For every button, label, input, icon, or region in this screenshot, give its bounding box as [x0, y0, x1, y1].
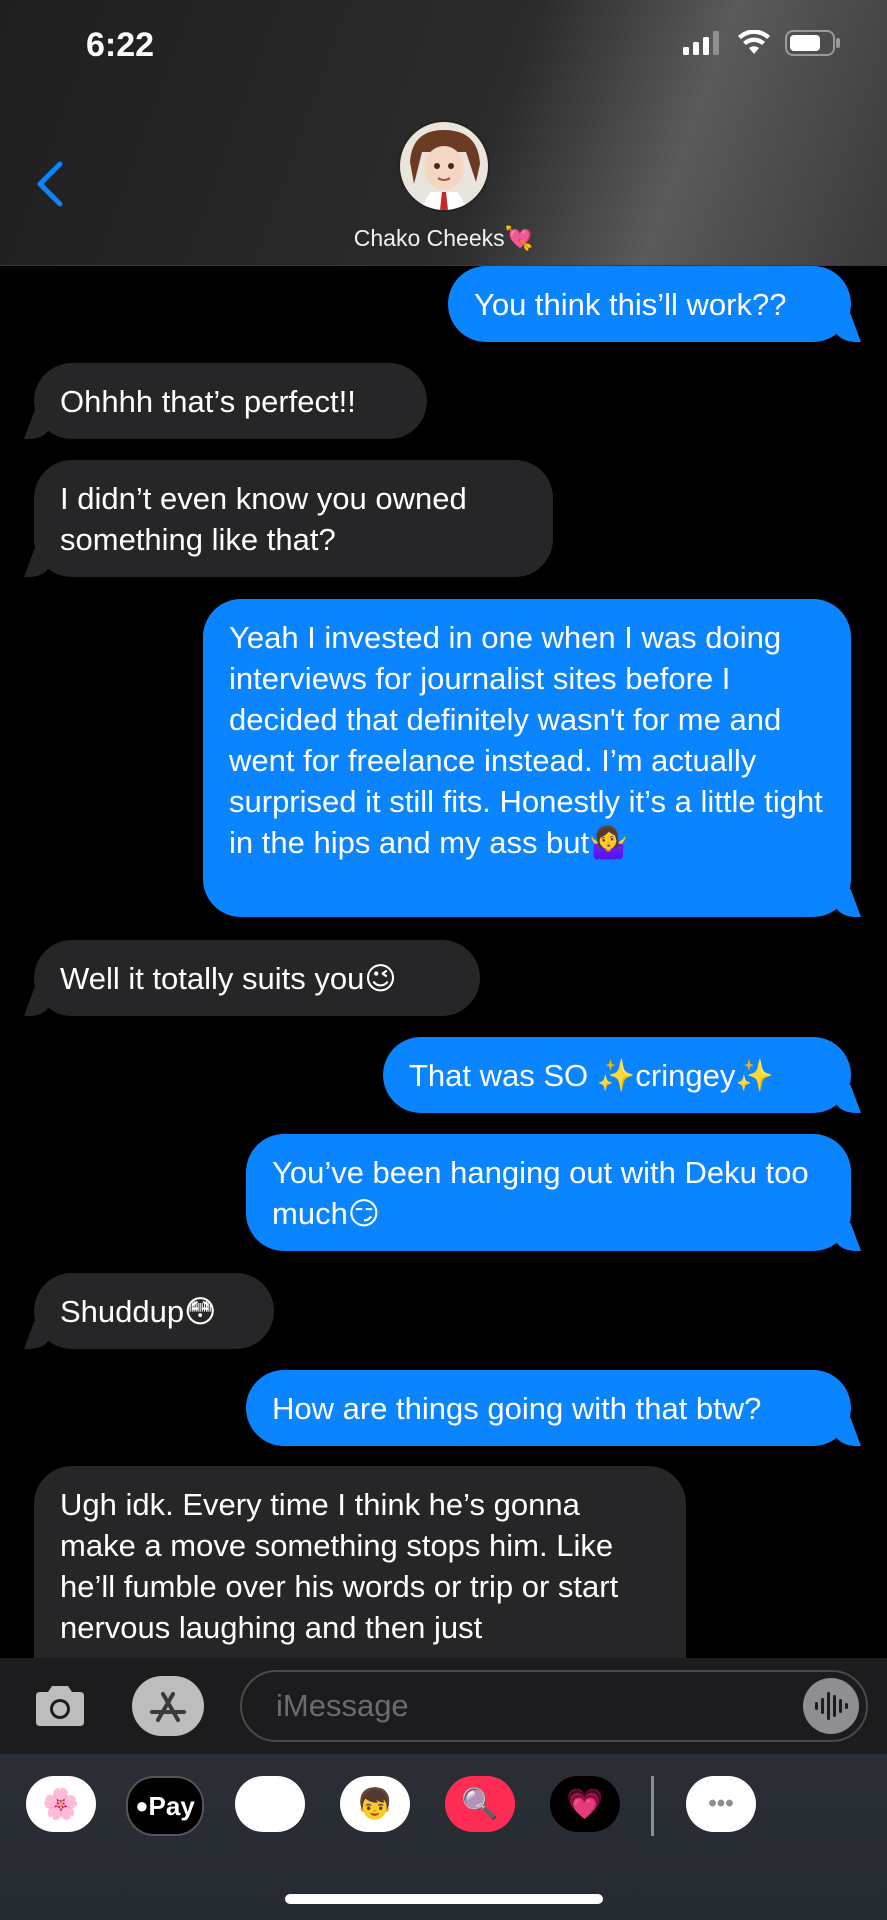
message-bubble-outgoing[interactable]: You’ve been hanging out with Deku too mu… — [246, 1134, 851, 1251]
conversation-header: 6:22 Chako Cheeks💘 — [0, 0, 887, 266]
apple-logo-icon: ● — [135, 1793, 149, 1818]
message-bubble-outgoing[interactable]: You think this’ll work?? — [448, 266, 851, 342]
message-input[interactable]: iMessage — [240, 1670, 868, 1742]
cellular-signal-icon — [683, 31, 719, 55]
wifi-icon — [738, 30, 770, 54]
status-time: 6:22 — [86, 26, 155, 64]
apple-pay-app-icon[interactable]: ● Pay — [126, 1776, 204, 1836]
audio-waveform-icon[interactable] — [803, 1678, 859, 1734]
message-bubble-incoming[interactable]: I didn’t even know you owned something l… — [34, 460, 553, 577]
status-icons — [683, 30, 841, 56]
contact-avatar[interactable] — [398, 120, 490, 212]
battery-icon — [785, 30, 840, 56]
message-bubble-outgoing[interactable]: That was SO ✨cringey✨ — [383, 1037, 851, 1113]
home-indicator[interactable] — [285, 1894, 603, 1904]
message-bubble-outgoing[interactable]: Yeah I invested in one when I was doing … — [203, 599, 851, 917]
message-bubble-outgoing[interactable]: How are things going with that btw? — [246, 1370, 851, 1446]
digital-touch-app-icon[interactable]: 💗 — [550, 1776, 620, 1832]
image-search-app-icon[interactable]: 🔍 — [445, 1776, 515, 1832]
drawer-divider — [651, 1776, 654, 1836]
message-bubble-incoming[interactable]: Ugh idk. Every time I think he’s gonna m… — [34, 1466, 686, 1658]
app-store-icon[interactable] — [132, 1676, 204, 1736]
animoji-app-icon[interactable]: 🐵 — [235, 1776, 305, 1832]
message-bubble-incoming[interactable]: Shuddup😳 — [34, 1273, 274, 1349]
memoji-app-icon[interactable]: 👦 — [340, 1776, 410, 1832]
contact-name[interactable]: Chako Cheeks💘 — [0, 225, 887, 252]
back-chevron-icon[interactable] — [34, 160, 64, 216]
more-apps-icon[interactable]: ••• — [686, 1776, 756, 1832]
message-bubble-incoming[interactable]: Well it totally suits you😉 — [34, 940, 480, 1016]
compose-bar: iMessage — [0, 1658, 887, 1754]
message-thread[interactable]: You think this’ll work?? Ohhhh that’s pe… — [0, 266, 887, 1658]
photos-app-icon[interactable]: 🌸 — [26, 1776, 96, 1832]
camera-icon[interactable] — [28, 1678, 92, 1734]
message-bubble-incoming[interactable]: Ohhhh that’s perfect!! — [34, 363, 427, 439]
